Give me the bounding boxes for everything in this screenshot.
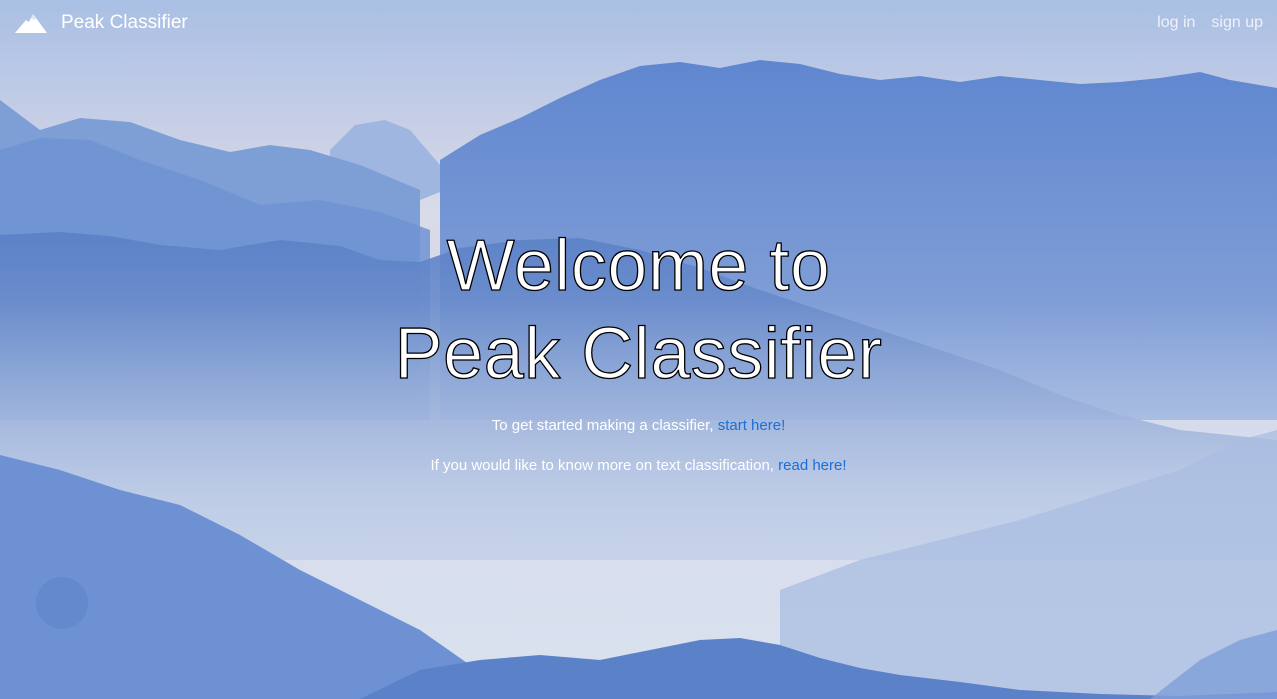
read-here-link[interactable]: read here! (778, 457, 846, 474)
get-started-label: To get started making a classifier, (491, 417, 714, 434)
brand-link[interactable]: Peak Classifier (14, 10, 188, 36)
auth-links: log in sign up (1157, 14, 1263, 32)
landing-page: Peak Classifier log in sign up Welcome t… (0, 0, 1277, 699)
get-started-text: To get started making a classifier, star… (0, 416, 1277, 436)
hero-title: Welcome to Peak Classifier (0, 222, 1277, 398)
signup-link[interactable]: sign up (1211, 14, 1263, 32)
hero-section: Welcome to Peak Classifier To get starte… (0, 222, 1277, 476)
top-navbar: Peak Classifier log in sign up (0, 0, 1277, 48)
start-here-link[interactable]: start here! (718, 417, 786, 434)
hero-title-line-2: Peak Classifier (394, 313, 883, 394)
brand-title: Peak Classifier (61, 12, 188, 33)
read-more-text: If you would like to know more on text c… (0, 456, 1277, 476)
hero-title-line-1: Welcome to (446, 225, 831, 306)
read-more-label: If you would like to know more on text c… (430, 457, 774, 474)
mountain-peak-icon (15, 14, 47, 33)
login-link[interactable]: log in (1157, 14, 1195, 32)
